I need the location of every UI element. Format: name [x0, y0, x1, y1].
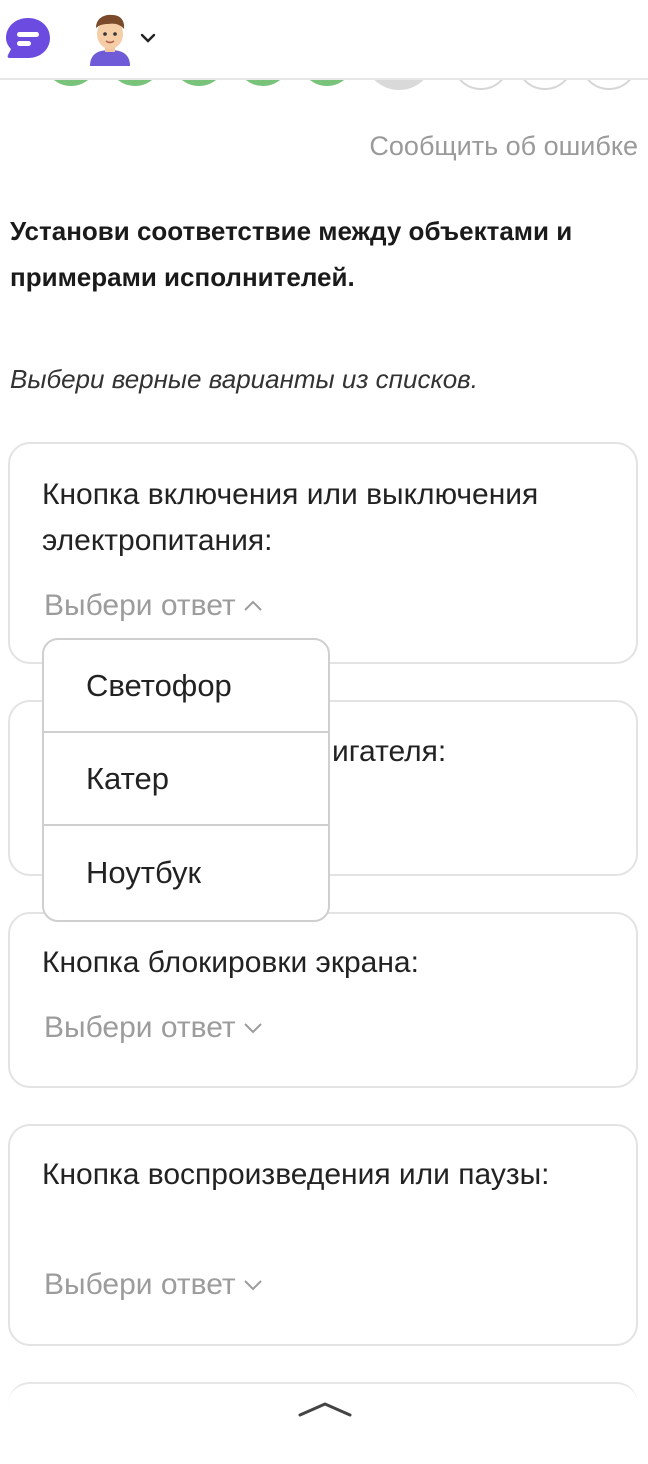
- answer-select[interactable]: Выбери ответ: [44, 1268, 264, 1302]
- task-title: Установи соответствие между объектами и …: [10, 216, 573, 292]
- match-item-label: Кнопка воспроизведения или паузы:: [42, 1158, 550, 1191]
- top-bar: [0, 0, 648, 80]
- chevron-down-icon[interactable]: [140, 32, 156, 44]
- chevron-up-icon[interactable]: [297, 1400, 353, 1418]
- match-card: Кнопка воспроизведения или паузы: Выбери…: [8, 1124, 638, 1346]
- match-card: Кнопка блокировки экрана: Выбери ответ: [8, 912, 638, 1088]
- answer-dropdown: Светофор Катер Ноутбук: [42, 638, 330, 922]
- chevron-down-icon: [243, 1280, 262, 1291]
- answer-select[interactable]: Выбери ответ: [44, 589, 264, 623]
- dropdown-option[interactable]: Светофор: [44, 640, 328, 733]
- answer-select[interactable]: Выбери ответ: [44, 1011, 264, 1045]
- task-instruction: Выбери верные варианты из списков.: [10, 364, 478, 394]
- select-placeholder: Выбери ответ: [44, 589, 236, 622]
- select-placeholder: Выбери ответ: [44, 1268, 236, 1301]
- user-avatar-icon[interactable]: [86, 12, 134, 66]
- chat-bubble-icon[interactable]: [4, 16, 52, 62]
- match-card: Кнопка включения или выключения электроп…: [8, 442, 638, 664]
- chevron-up-icon: [243, 600, 262, 611]
- dropdown-option[interactable]: Ноутбук: [44, 826, 328, 919]
- chevron-down-icon: [243, 1023, 262, 1034]
- bottom-sheet: [8, 1382, 638, 1464]
- match-item-label: Кнопка блокировки экрана:: [42, 946, 419, 979]
- select-placeholder: Выбери ответ: [44, 1011, 236, 1044]
- match-item-label-partial: игателя:: [332, 735, 447, 768]
- dropdown-option[interactable]: Катер: [44, 733, 328, 826]
- report-error-link[interactable]: Сообщить об ошибке: [369, 131, 638, 162]
- match-item-label: Кнопка включения или выключения электроп…: [42, 478, 539, 557]
